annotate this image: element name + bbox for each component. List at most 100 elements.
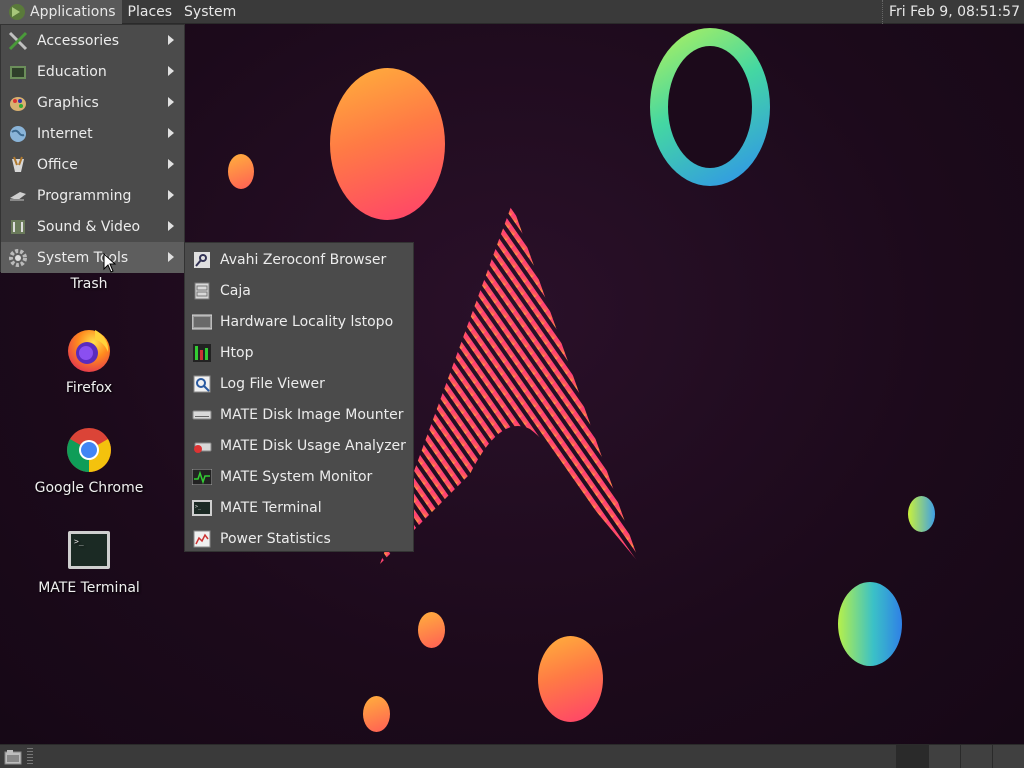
submenu-item-label: Htop [220,344,254,361]
terminal-icon: >_ [65,526,113,574]
programming-icon [7,185,29,207]
chrome-icon [65,426,113,474]
applications-menu-label: Applications [30,3,116,20]
system-tools-submenu: Avahi Zeroconf Browser Caja Hardware Loc… [184,242,414,552]
panel-drag-handle[interactable] [27,748,33,766]
top-panel: Applications Places System Fri Feb 9, 08… [0,0,1024,24]
menu-item-label: Graphics [37,94,99,111]
system-menu-button[interactable]: System [178,0,242,24]
menu-item-internet[interactable]: Internet [1,118,184,149]
submenu-arrow-icon [168,35,174,45]
svg-text:>_: >_ [195,504,202,510]
system-monitor-icon [191,466,213,488]
terminal-icon: >_ [191,497,213,519]
submenu-arrow-icon [168,190,174,200]
submenu-item-lstopo[interactable]: Hardware Locality lstopo [185,306,413,337]
submenu-item-label: Power Statistics [220,530,331,547]
menu-item-graphics[interactable]: Graphics [1,87,184,118]
desktop-icon-chrome[interactable]: Google Chrome [19,426,159,496]
submenu-item-avahi[interactable]: Avahi Zeroconf Browser [185,244,413,275]
workspace-1[interactable] [896,745,928,768]
avahi-icon [191,249,213,271]
desktop-icon-label: Trash [70,276,108,292]
places-menu-label: Places [127,3,173,20]
submenu-item-log-viewer[interactable]: Log File Viewer [185,368,413,399]
applications-menu: Accessories Education Graphics Internet … [0,24,185,273]
submenu-item-label: Caja [220,282,251,299]
places-menu-button[interactable]: Places [122,0,179,24]
system-tools-icon [7,247,29,269]
workspace-4[interactable] [992,745,1024,768]
decor-circle [228,154,254,189]
firefox-icon [65,326,113,374]
log-viewer-icon [191,373,213,395]
workspace-3[interactable] [960,745,992,768]
mouse-cursor-icon [103,253,117,273]
submenu-item-label: MATE Disk Image Mounter [220,406,404,423]
submenu-arrow-icon [168,128,174,138]
menu-item-label: Programming [37,187,132,204]
submenu-item-label: Avahi Zeroconf Browser [220,251,387,268]
internet-icon [7,123,29,145]
submenu-item-htop[interactable]: Htop [185,337,413,368]
desktop-icon-trash[interactable]: Trash [19,276,159,292]
menu-item-label: Accessories [37,32,120,49]
submenu-arrow-icon [168,159,174,169]
submenu-item-system-monitor[interactable]: MATE System Monitor [185,461,413,492]
show-desktop-icon [4,750,22,765]
submenu-item-terminal[interactable]: >_ MATE Terminal [185,492,413,523]
menu-item-label: Education [37,63,107,80]
menu-item-label: Office [37,156,78,173]
decor-circle [538,636,603,722]
clock[interactable]: Fri Feb 9, 08:51:57 [881,0,1020,24]
education-icon [7,61,29,83]
desktop-icon-label: Google Chrome [34,480,144,496]
desktop-icon-mate-terminal[interactable]: >_ MATE Terminal [19,526,159,596]
svg-text:>_: >_ [74,537,84,546]
menu-item-office[interactable]: Office [1,149,184,180]
mate-logo-icon [6,1,28,23]
applications-menu-button[interactable]: Applications [0,0,122,24]
accessories-icon [7,30,29,52]
decor-circle [838,582,902,666]
workspace-2[interactable] [928,745,960,768]
graphics-icon [7,92,29,114]
desktop-icon-label: MATE Terminal [38,580,140,596]
htop-icon [191,342,213,364]
submenu-item-label: Log File Viewer [220,375,325,392]
menu-item-system-tools[interactable]: System Tools [1,242,184,273]
submenu-item-label: Hardware Locality lstopo [220,313,394,330]
office-icon [7,154,29,176]
decor-circle [418,612,445,648]
submenu-arrow-icon [168,66,174,76]
submenu-item-label: MATE System Monitor [220,468,373,485]
menu-item-programming[interactable]: Programming [1,180,184,211]
disk-usage-icon [191,435,213,457]
power-statistics-icon [191,528,213,550]
submenu-item-disk-usage[interactable]: MATE Disk Usage Analyzer [185,430,413,461]
show-desktop-button[interactable] [2,747,24,767]
decor-circle [330,68,445,220]
system-menu-label: System [184,3,237,20]
decor-circle [363,696,390,732]
caja-icon [191,280,213,302]
submenu-item-power-statistics[interactable]: Power Statistics [185,523,413,554]
panel-menu-bar: Applications Places System [0,0,242,24]
lstopo-icon [191,311,213,333]
disk-mounter-icon [191,404,213,426]
menu-item-accessories[interactable]: Accessories [1,25,184,56]
menu-item-label: Internet [37,125,93,142]
submenu-item-caja[interactable]: Caja [185,275,413,306]
desktop-icon-firefox[interactable]: Firefox [19,326,159,396]
sound-video-icon [7,216,29,238]
decor-ring [650,28,770,186]
bottom-panel [0,744,1024,768]
submenu-arrow-icon [168,97,174,107]
menu-item-sound-video[interactable]: Sound & Video [1,211,184,242]
menu-item-education[interactable]: Education [1,56,184,87]
submenu-arrow-icon [168,252,174,262]
decor-circle [908,496,935,532]
menu-item-label: Sound & Video [37,218,141,235]
desktop-icon-label: Firefox [65,380,113,396]
submenu-item-disk-mounter[interactable]: MATE Disk Image Mounter [185,399,413,430]
